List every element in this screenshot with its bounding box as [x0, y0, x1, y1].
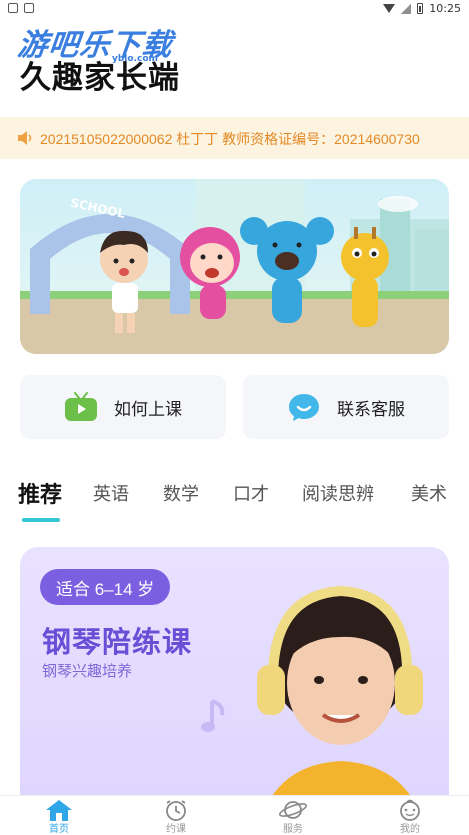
nav-booking-label: 约课: [166, 824, 186, 835]
banner-illustration: SCHOOL: [20, 179, 449, 354]
nav-service[interactable]: 服务: [263, 798, 323, 835]
how-to-attend-label: 如何上课: [114, 399, 182, 420]
nav-home-label: 首页: [49, 824, 69, 835]
tab-english[interactable]: 英语: [93, 480, 129, 506]
active-tab-indicator: [22, 518, 60, 522]
watermark-url: yblo.com: [112, 54, 158, 64]
nav-profile[interactable]: 我的: [380, 798, 440, 835]
notification-icons: [8, 3, 34, 13]
age-range-badge: 适合 6–14 岁: [40, 569, 171, 605]
tab-recommended[interactable]: 推荐: [18, 477, 62, 509]
category-tabs: 推荐 英语 数学 口才 阅读思辨 美术: [18, 480, 469, 526]
nav-home[interactable]: 首页: [29, 798, 89, 835]
app-notification-icon: [8, 3, 18, 13]
nav-service-label: 服务: [283, 824, 303, 835]
signal-icon: [401, 3, 412, 14]
course-card-piano[interactable]: 适合 6–14 岁 钢琴陪练课 钢琴兴趣培养: [20, 547, 449, 835]
font-notification-icon: [24, 3, 34, 13]
baby-face-icon: [400, 799, 420, 821]
wifi-icon: [383, 4, 396, 13]
course-title: 钢琴陪练课: [42, 625, 193, 659]
bottom-nav: 首页 约课 服务 我的: [0, 795, 469, 835]
tv-play-icon: [65, 392, 97, 421]
status-bar: 10:25: [0, 0, 469, 20]
battery-icon: [417, 3, 424, 14]
contact-support-label: 联系客服: [337, 399, 405, 420]
tab-speaking[interactable]: 口才: [233, 480, 269, 506]
course-subtitle: 钢琴兴趣培养: [42, 662, 133, 680]
planet-icon: [278, 801, 308, 819]
tab-reading[interactable]: 阅读思辨: [302, 480, 374, 506]
notice-text: 20215105022000062 杜丁丁 教师资格证编号：2021460073…: [40, 131, 420, 147]
chat-bubble-icon: [289, 394, 319, 421]
tab-math[interactable]: 数学: [163, 480, 199, 506]
music-note-icon: [201, 699, 225, 732]
tab-art[interactable]: 美术: [411, 480, 447, 506]
contact-support-button[interactable]: 联系客服: [243, 375, 449, 439]
status-time: 10:25: [429, 2, 461, 15]
nav-booking[interactable]: 约课: [146, 798, 206, 835]
alarm-clock-icon: [166, 800, 186, 821]
home-icon: [46, 800, 72, 821]
speaker-icon: [18, 131, 32, 145]
promo-banner[interactable]: SCHOOL: [20, 179, 449, 354]
how-to-attend-button[interactable]: 如何上课: [20, 375, 226, 439]
notice-bar[interactable]: 20215105022000062 杜丁丁 教师资格证编号：2021460073…: [0, 117, 469, 159]
nav-profile-label: 我的: [400, 824, 420, 835]
